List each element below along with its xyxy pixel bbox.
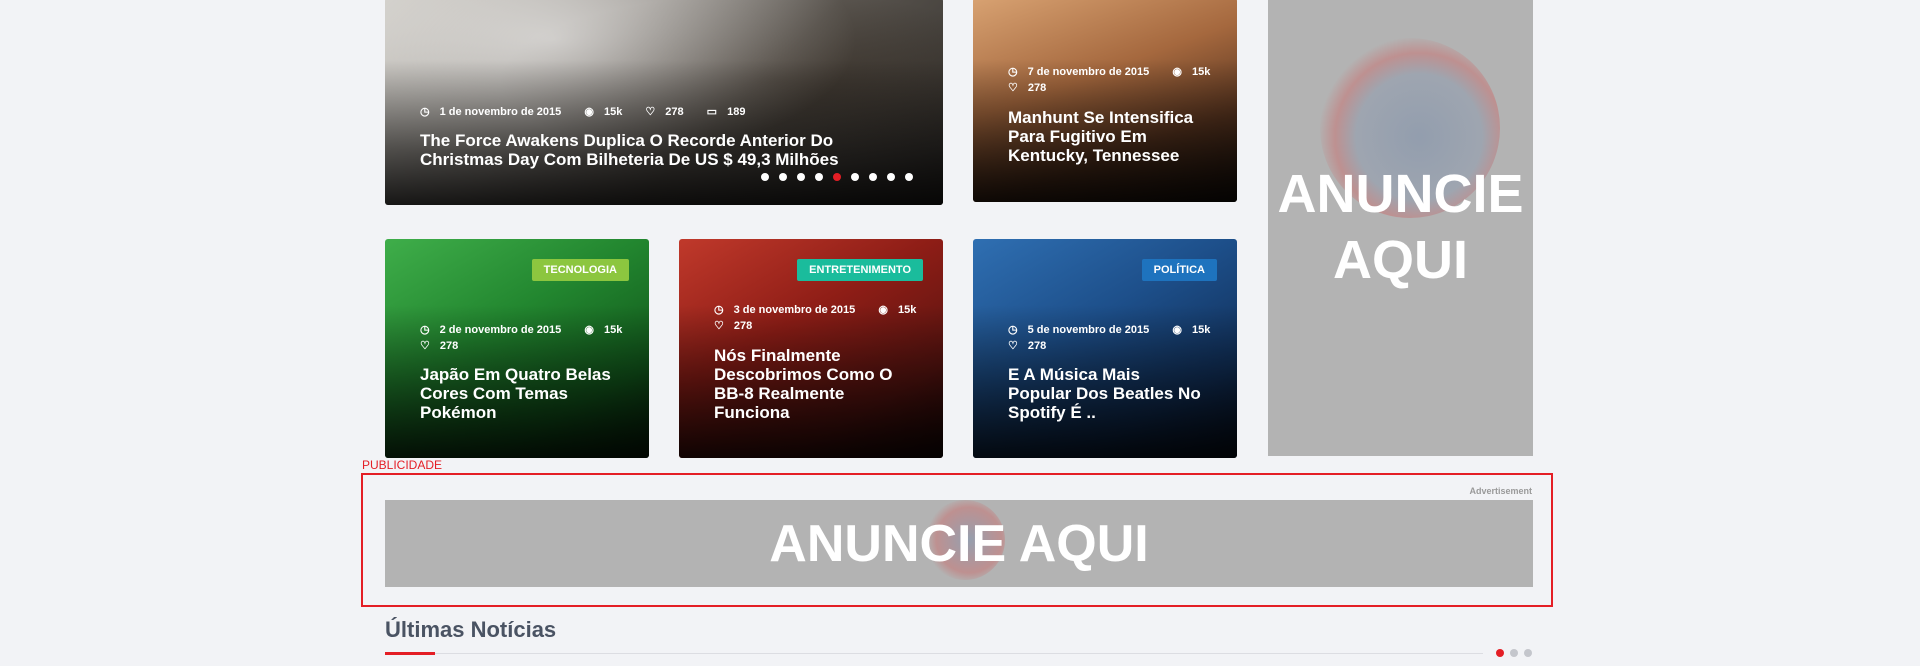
sidebar-ad-text: ANUNCIE AQUI (1277, 161, 1523, 293)
grid-card-likes: 278 (1027, 340, 1047, 352)
grid-card-politica[interactable]: POLÍTICA ◷ 5 de novembro de 2015 ◉ 15k ♡ 27… (973, 239, 1237, 458)
sidebar-ad[interactable]: ANUNCIE AQUI (1268, 0, 1533, 456)
grid-card-date: 2 de novembro de 2015 (439, 324, 562, 336)
latest-news-heading: Últimas Notícias (385, 617, 557, 642)
slider-dot[interactable] (905, 173, 913, 181)
grid-card-likes: 278 (733, 320, 753, 332)
grid-card-date: 3 de novembro de 2015 (733, 304, 856, 316)
latest-news-pagination (1496, 649, 1532, 657)
slider-pagination (761, 173, 913, 181)
slider-dot[interactable] (797, 173, 805, 181)
slider-date: 1 de novembro de 2015 (439, 106, 562, 118)
clock-icon: ◷ (714, 304, 724, 316)
slider-dot[interactable] (851, 173, 859, 181)
grid-card-views: 15k (1191, 324, 1211, 336)
grid-card-title[interactable]: Nós Finalmente Descobrimos Como O BB-8 R… (714, 346, 908, 422)
clock-icon: ◷ (420, 106, 430, 118)
side-story-date: 7 de novembro de 2015 (1027, 66, 1150, 78)
slider-dot[interactable] (761, 173, 769, 181)
eye-icon: ◉ (1172, 66, 1182, 78)
slider-meta: ◷ 1 de novembro de 2015 ◉ 15k ♡ 278 ▭ 189 (420, 104, 765, 120)
eye-icon: ◉ (584, 106, 594, 118)
grid-card-meta: ◷ 5 de novembro de 2015 ◉ 15k ♡ 278 (1008, 322, 1230, 354)
slider-title[interactable]: The Force Awakens Duplica O Recorde Ante… (420, 131, 908, 169)
slider-dot[interactable] (833, 173, 841, 181)
eye-icon: ◉ (878, 304, 888, 316)
side-story-meta: ◷ 7 de novembro de 2015 ◉ 15k ♡ 278 (1008, 64, 1230, 96)
slider-dot[interactable] (887, 173, 895, 181)
eye-icon: ◉ (1172, 324, 1182, 336)
latest-news-page-dot[interactable] (1496, 649, 1504, 657)
featured-slider[interactable]: ◷ 1 de novembro de 2015 ◉ 15k ♡ 278 ▭ 189 Th… (385, 0, 943, 205)
slider-dot[interactable] (779, 173, 787, 181)
grid-card-likes: 278 (439, 340, 459, 352)
clock-icon: ◷ (420, 324, 430, 336)
side-story-likes: 278 (1027, 82, 1047, 94)
grid-card-meta: ◷ 2 de novembro de 2015 ◉ 15k ♡ 278 (420, 322, 642, 354)
grid-card-title[interactable]: E A Música Mais Popular Dos Beatles No S… (1008, 365, 1202, 422)
slider-views: 15k (603, 106, 623, 118)
grid-card-date: 5 de novembro de 2015 (1027, 324, 1150, 336)
banner-ad[interactable]: ANUNCIE AQUI (385, 500, 1533, 587)
clock-icon: ◷ (1008, 324, 1018, 336)
grid-card-views: 15k (603, 324, 623, 336)
slider-dot[interactable] (815, 173, 823, 181)
category-badge[interactable]: TECNOLOGIA (531, 259, 629, 281)
grid-card-meta: ◷ 3 de novembro de 2015 ◉ 15k ♡ 278 (714, 302, 936, 334)
banner-ad-text: ANUNCIE AQUI (769, 514, 1149, 573)
grid-card-title[interactable]: Japão Em Quatro Belas Cores Com Temas Po… (420, 365, 614, 422)
side-story-title[interactable]: Manhunt Se Intensifica Para Fugitivo Em … (1008, 108, 1202, 165)
heart-icon: ♡ (645, 106, 656, 118)
clock-icon: ◷ (1008, 66, 1018, 78)
latest-news-divider (385, 653, 1483, 654)
sidebar-ad-line1: ANUNCIE (1277, 164, 1524, 224)
heart-icon: ♡ (420, 340, 430, 352)
heart-icon: ♡ (714, 320, 724, 332)
grid-card-entretenimento[interactable]: ENTRETENIMENTO ◷ 3 de novembro de 2015 ◉ 1… (679, 239, 943, 458)
advertisement-label: Advertisement (1469, 486, 1532, 496)
latest-news-accent-line (385, 652, 435, 655)
category-badge[interactable]: POLÍTICA (1141, 259, 1217, 281)
publicidade-label: PUBLICIDADE (362, 458, 443, 472)
side-story-card[interactable]: ◷ 7 de novembro de 2015 ◉ 15k ♡ 278 Manhunt… (973, 0, 1237, 202)
slider-dot[interactable] (869, 173, 877, 181)
side-story-views: 15k (1191, 66, 1211, 78)
heart-icon: ♡ (1008, 340, 1018, 352)
comment-icon: ▭ (706, 106, 718, 118)
heart-icon: ♡ (1008, 82, 1018, 94)
latest-news-page-dot[interactable] (1510, 649, 1518, 657)
slider-likes: 278 (665, 106, 684, 118)
slider-comments: 189 (727, 106, 746, 118)
latest-news-page-dot[interactable] (1524, 649, 1532, 657)
grid-card-views: 15k (897, 304, 917, 316)
sidebar-ad-line2: AQUI (1332, 230, 1468, 290)
eye-icon: ◉ (584, 324, 594, 336)
grid-card-tecnologia[interactable]: TECNOLOGIA ◷ 2 de novembro de 2015 ◉ 15k ♡… (385, 239, 649, 458)
category-badge[interactable]: ENTRETENIMENTO (797, 259, 923, 281)
